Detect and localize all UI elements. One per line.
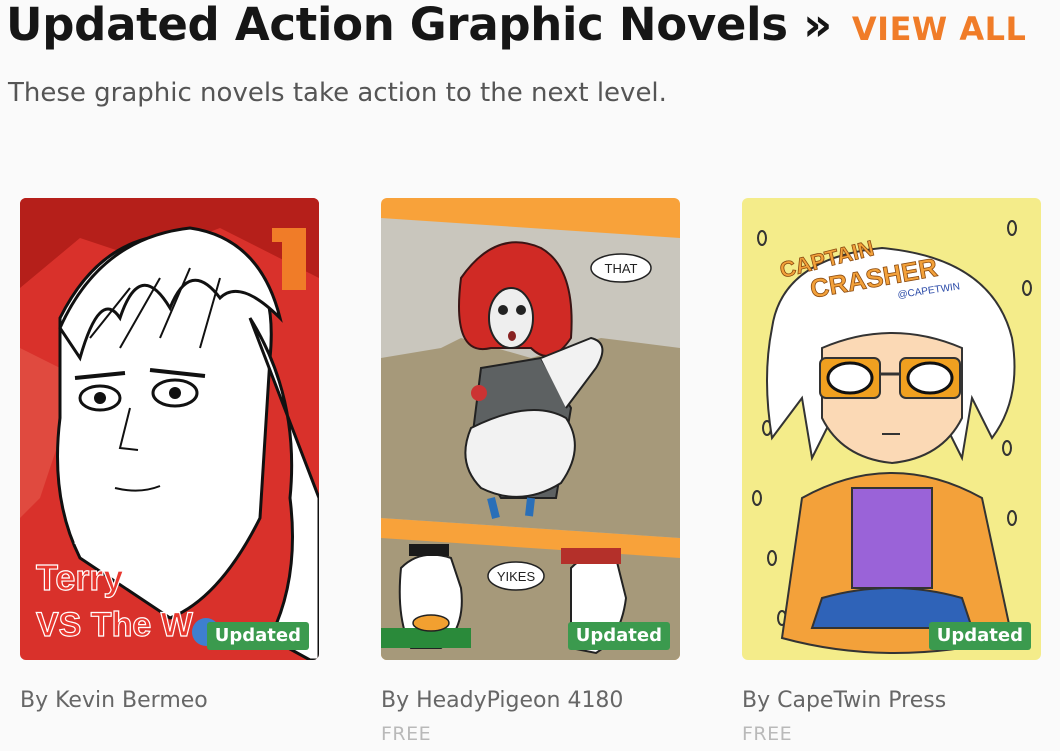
card-list: Kevin Bermeo's Terry VS The W Updated By… xyxy=(20,198,1060,751)
captain-crasher-cover-image: CAPTAIN CRASHER @CAPETWIN xyxy=(742,198,1041,660)
author-name[interactable]: By CapeTwin Press xyxy=(742,688,1041,713)
updated-badge: Updated xyxy=(928,622,1031,650)
price-label: FREE xyxy=(742,723,793,745)
comic-cover-captain-crasher[interactable]: CAPTAIN CRASHER @CAPETWIN Updated xyxy=(742,198,1041,660)
author-name[interactable]: By HeadyPigeon 4180 xyxy=(381,688,680,713)
view-all-link[interactable]: VIEW ALL xyxy=(852,10,1027,48)
section-title[interactable]: Updated Action Graphic Novels » xyxy=(6,0,832,50)
comic-card[interactable]: THAT YIKES Updated By HeadyPigeon 4180 F… xyxy=(381,198,680,745)
bubble-that: THAT xyxy=(605,261,638,276)
author-name[interactable]: By Kevin Bermeo xyxy=(20,688,319,713)
terry-vs-the-world-cover-image: Kevin Bermeo's Terry VS The W xyxy=(20,198,319,660)
bubble-yikes: YIKES xyxy=(497,569,536,584)
section-header: Updated Action Graphic Novels » VIEW ALL xyxy=(6,0,1026,60)
cover-title-line2: VS The W xyxy=(36,606,194,644)
price-label: FREE xyxy=(381,723,432,745)
section-subtitle: These graphic novels take action to the … xyxy=(8,78,667,108)
comic-card[interactable]: Kevin Bermeo's Terry VS The W Updated By… xyxy=(20,198,319,713)
cover-byline: Kevin Bermeo's xyxy=(74,537,130,546)
cover-title-line1: Terry xyxy=(36,557,123,598)
comic-cover-headypigeon[interactable]: THAT YIKES Updated xyxy=(381,198,680,660)
comic-cover-terry-vs-the-world[interactable]: Kevin Bermeo's Terry VS The W Updated xyxy=(20,198,319,660)
updated-badge: Updated xyxy=(206,622,309,650)
pointing-comic-cover-image: THAT YIKES xyxy=(381,198,680,660)
comic-card[interactable]: CAPTAIN CRASHER @CAPETWIN Updated By Cap… xyxy=(742,198,1041,745)
updated-badge: Updated xyxy=(567,622,670,650)
